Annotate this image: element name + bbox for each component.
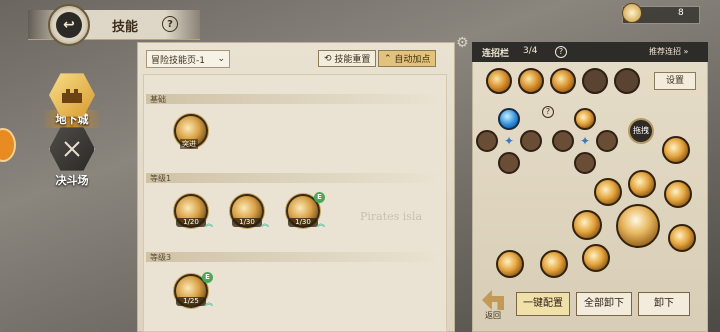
key-left[interactable] (476, 130, 498, 152)
cross-center-icon: ✦ (579, 134, 591, 148)
skill-level: 1/30 (288, 218, 318, 227)
combo-slot-4[interactable] (582, 68, 608, 94)
mode-dungeon[interactable]: 地下城 (42, 72, 102, 128)
auto-assign-button[interactable]: ⌃ 自动加点 (378, 50, 437, 67)
skill-page-label: 冒险技能页-1 (151, 55, 205, 66)
return-arrow-icon (482, 290, 504, 310)
return-label: 返回 (485, 311, 501, 320)
skill-orb[interactable] (594, 178, 622, 206)
skill-reset-label: 技能重置 (334, 55, 371, 65)
key-up-blue[interactable] (498, 108, 520, 130)
map-watermark: Pirates isla (360, 210, 423, 223)
section-divider (146, 173, 444, 183)
drag-button[interactable]: 拖拽 (628, 118, 654, 144)
recommend-combo-link[interactable]: 推荐连招 » (649, 46, 688, 57)
gear-icon[interactable]: ⚙ (456, 36, 471, 51)
skill-orb-selected[interactable] (572, 210, 602, 240)
double-up-icon: ⌃ (384, 53, 392, 64)
auto-assign-label: 自动加点 (394, 55, 431, 65)
section-divider (146, 252, 444, 262)
reset-icon: ⟲ (324, 53, 332, 64)
upgrade-arrow-icon[interactable]: ︽ (317, 220, 325, 228)
section-title-level1: 等级1 (150, 174, 172, 183)
e-badge: E (314, 192, 325, 203)
upgrade-arrow-icon[interactable]: ︽ (205, 220, 213, 228)
page-title: 技能 (112, 20, 139, 35)
combo-setting-button[interactable]: 设置 (654, 72, 696, 90)
back-button[interactable]: ↩ (48, 4, 90, 46)
skill-orb[interactable] (662, 136, 690, 164)
swords-icon (49, 127, 95, 171)
combo-count: 3/4 (523, 46, 538, 56)
cross-center-icon: ✦ (503, 134, 515, 148)
mode-label: 决斗场 (55, 174, 89, 187)
help-icon[interactable]: ? (162, 16, 178, 32)
side-tab-orange[interactable] (0, 128, 16, 162)
e-badge: E (202, 272, 213, 283)
chevron-down-icon: ⌄ (217, 54, 225, 64)
key-down-2[interactable] (574, 152, 596, 174)
section-title-basic: 基础 (150, 95, 166, 104)
skill-orb[interactable] (496, 250, 524, 278)
upgrade-arrow-icon[interactable]: ︽ (261, 220, 269, 228)
combo-slot-1[interactable] (486, 68, 512, 94)
skill-level: 1/30 (232, 218, 262, 227)
skill-orb-large[interactable] (616, 204, 660, 248)
combo-title: 连招栏 (482, 49, 510, 59)
skill-orb[interactable] (582, 244, 610, 272)
key-left-2[interactable] (552, 130, 574, 152)
section-divider (146, 94, 444, 104)
skill-orb[interactable] (664, 180, 692, 208)
currency-value: 8 (678, 8, 684, 18)
upgrade-arrow-icon[interactable]: ︽ (205, 299, 213, 307)
combo-help-icon[interactable]: ? (555, 46, 567, 58)
skill-page-select[interactable]: 冒险技能页-1 ⌄ (146, 50, 230, 68)
unload-button[interactable]: 卸下 (638, 292, 690, 316)
one-key-config-button[interactable]: 一键配置 (516, 292, 570, 316)
combo-slot-3[interactable] (550, 68, 576, 94)
key-up-gold[interactable] (574, 108, 596, 130)
key-help-icon[interactable]: ? (542, 106, 554, 118)
skill-orb[interactable] (540, 250, 568, 278)
key-right-2[interactable] (596, 130, 618, 152)
section-title-level3: 等级3 (150, 253, 172, 262)
back-arrow-icon: ↩ (56, 12, 82, 38)
key-right[interactable] (520, 130, 542, 152)
skill-level: 1/25 (176, 297, 206, 306)
skill-name: 突进 (180, 139, 198, 149)
skill-orb[interactable] (668, 224, 696, 252)
skill-reset-button[interactable]: ⟲ 技能重置 (318, 50, 377, 67)
combo-slot-5[interactable] (614, 68, 640, 94)
mode-arena[interactable]: 决斗场 (42, 126, 102, 188)
unload-all-button[interactable]: 全部卸下 (576, 292, 632, 316)
return-button[interactable]: 返回 (478, 290, 508, 321)
skill-level: 1/20 (176, 218, 206, 227)
skill-orb[interactable] (628, 170, 656, 198)
key-down[interactable] (498, 152, 520, 174)
coin-icon (622, 3, 642, 23)
combo-slot-2[interactable] (518, 68, 544, 94)
